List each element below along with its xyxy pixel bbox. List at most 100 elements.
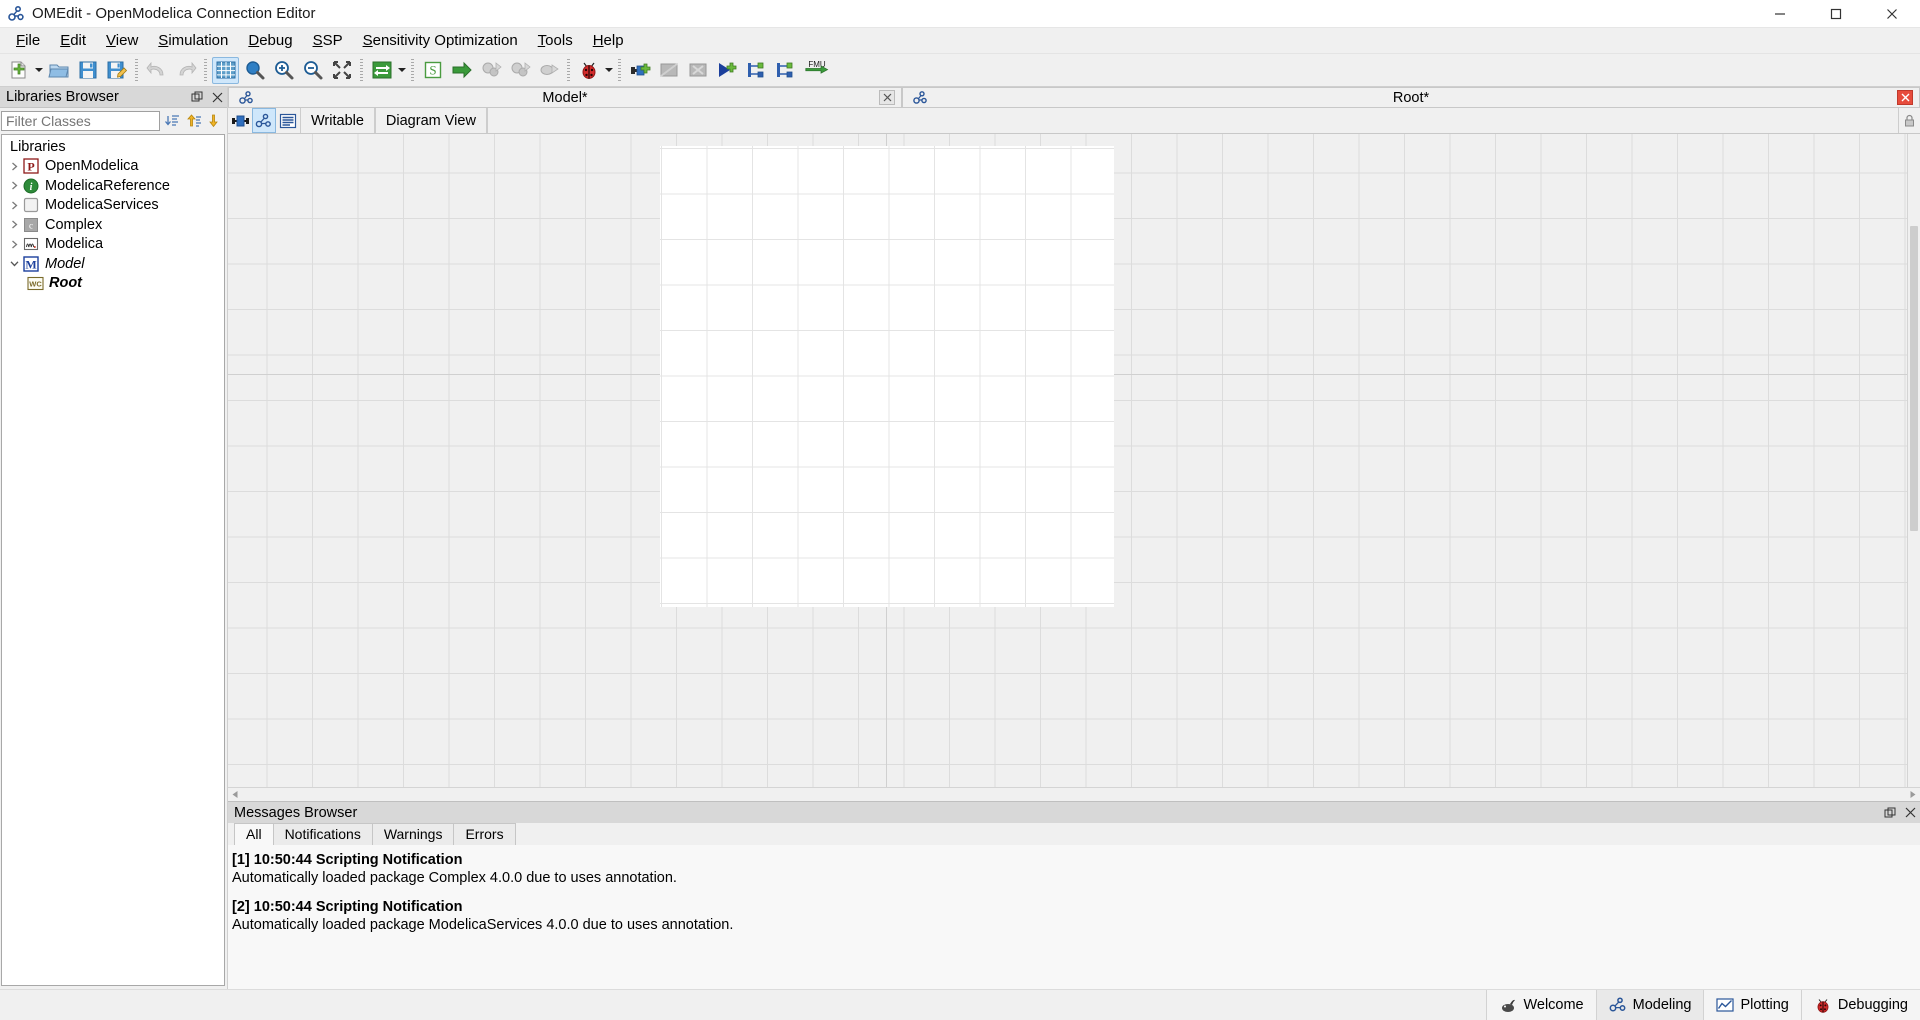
chevron-right-icon[interactable] — [6, 181, 22, 190]
tree-item-modelica[interactable]: Modelica — [2, 235, 224, 255]
view-toolbar-spacer — [487, 108, 1898, 133]
chevron-right-icon[interactable] — [6, 162, 22, 171]
menu-edit[interactable]: Edit — [50, 29, 96, 53]
close-icon[interactable] — [879, 90, 895, 105]
perspective-welcome[interactable]: Welcome — [1486, 990, 1595, 1020]
tree-item-label: Modelica — [45, 236, 103, 252]
new-modelica-class-button[interactable] — [5, 57, 32, 84]
tlm-co-simulation-button[interactable] — [713, 57, 740, 84]
menu-ssp[interactable]: SSP — [303, 29, 353, 53]
float-dock-icon[interactable] — [187, 87, 207, 107]
zoom-in-button[interactable] — [270, 57, 297, 84]
model-subwindow-titlebar[interactable]: Model* — [228, 87, 902, 108]
tree-item-label: Complex — [45, 217, 102, 233]
chevron-down-icon[interactable] — [396, 57, 407, 84]
tab-notifications[interactable]: Notifications — [273, 823, 373, 845]
check-model-button[interactable]: S — [419, 57, 446, 84]
message-header: [2] 10:50:44 Scripting Notification — [232, 898, 1920, 916]
chevron-right-icon[interactable] — [6, 201, 22, 210]
root-subwindow-titlebar[interactable]: Root* — [902, 87, 1920, 108]
messages-tab-bar: All Notifications Warnings Errors — [228, 823, 1920, 845]
simulate-with-transformational-debugger-button[interactable] — [477, 57, 504, 84]
text-view-button[interactable] — [276, 108, 300, 133]
tree-item-root[interactable]: WC Root — [2, 274, 224, 294]
maximize-icon[interactable] — [1808, 0, 1864, 28]
float-dock-icon[interactable] — [1880, 803, 1900, 823]
zoom-out-button[interactable] — [299, 57, 326, 84]
tree-item-complex[interactable]: c Complex — [2, 215, 224, 235]
ssp-new-button[interactable] — [742, 57, 769, 84]
chevron-right-icon[interactable] — [6, 220, 22, 229]
tab-all[interactable]: All — [234, 823, 274, 845]
message-item: [1] 10:50:44 Scripting Notification Auto… — [232, 851, 1920, 887]
close-icon[interactable] — [1900, 803, 1920, 823]
canvas-vertical-scrollbar[interactable] — [1907, 134, 1920, 787]
debug-configurations-button[interactable] — [575, 57, 602, 84]
perspective-debugging[interactable]: Debugging — [1801, 990, 1920, 1020]
svg-text:P: P — [27, 160, 34, 174]
close-icon[interactable] — [1864, 0, 1920, 28]
menu-debug[interactable]: Debug — [238, 29, 302, 53]
chevron-down-icon[interactable] — [33, 57, 44, 84]
tab-errors[interactable]: Errors — [453, 823, 515, 845]
message-body: Automatically loaded package Complex 4.0… — [232, 869, 1920, 887]
close-icon[interactable] — [207, 87, 227, 107]
menu-view[interactable]: View — [96, 29, 148, 53]
messages-list[interactable]: [1] 10:50:44 Scripting Notification Auto… — [228, 845, 1920, 989]
undo-button[interactable] — [143, 57, 170, 84]
lock-icon[interactable] — [1898, 108, 1920, 133]
tree-item-model[interactable]: M Model — [2, 254, 224, 274]
perspective-label: Welcome — [1523, 997, 1583, 1013]
redo-button[interactable] — [172, 57, 199, 84]
chevron-down-icon[interactable] — [603, 57, 614, 84]
minimize-icon[interactable] — [1752, 0, 1808, 28]
ssp-add-button[interactable] — [771, 57, 798, 84]
close-icon[interactable] — [1897, 90, 1913, 105]
diagram-view-button[interactable] — [252, 108, 276, 133]
menu-file[interactable]: File — [6, 29, 50, 53]
message-header: [1] 10:50:44 Scripting Notification — [232, 851, 1920, 869]
chevron-down-icon[interactable] — [6, 259, 22, 268]
save-as-button[interactable] — [103, 57, 130, 84]
tree-item-label: OpenModelica — [45, 158, 139, 174]
perspective-plotting[interactable]: Plotting — [1703, 990, 1800, 1020]
open-model-button[interactable] — [45, 57, 72, 84]
fit-to-diagram-button[interactable] — [328, 57, 355, 84]
tree-item-modelicareference[interactable]: i ModelicaReference — [2, 176, 224, 196]
tree-item-openmodelica[interactable]: P OpenModelica — [2, 157, 224, 177]
arrow-up-icon[interactable] — [184, 111, 204, 131]
fetch-interface-data-button[interactable] — [655, 57, 682, 84]
align-interfaces-button[interactable] — [684, 57, 711, 84]
re-simulate-button[interactable] — [368, 57, 395, 84]
grid-lines-button[interactable] — [212, 57, 239, 84]
menu-help[interactable]: Help — [583, 29, 634, 53]
menu-tools[interactable]: Tools — [528, 29, 583, 53]
export-fmu-button[interactable]: FMU — [800, 57, 834, 84]
arrow-down-icon[interactable] — [205, 111, 225, 131]
menu-sensitivity-optimization[interactable]: Sensitivity Optimization — [353, 29, 528, 53]
tab-warnings[interactable]: Warnings — [372, 823, 455, 845]
scrollbar-thumb[interactable] — [1910, 226, 1918, 531]
root-subwindow-title: Root* — [903, 90, 1919, 106]
messages-browser-panel: Messages Browser A — [228, 801, 1920, 989]
libraries-tree[interactable]: Libraries P OpenModelica — [1, 134, 225, 986]
welcome-icon — [1499, 997, 1517, 1013]
simulate-with-algorithmic-debugger-button[interactable] — [506, 57, 533, 84]
diagram-canvas[interactable] — [228, 134, 1907, 787]
simulate-button[interactable] — [448, 57, 475, 84]
tree-item-modelicaservices[interactable]: ModelicaServices — [2, 196, 224, 216]
message-item: [2] 10:50:44 Scripting Notification Auto… — [232, 898, 1920, 934]
collapse-all-icon[interactable] — [162, 111, 182, 131]
canvas-horizontal-scrollbar[interactable] — [228, 787, 1920, 801]
save-button[interactable] — [74, 57, 101, 84]
simulate-with-animation-button[interactable] — [535, 57, 562, 84]
omedit-window: OMEdit - OpenModelica Connection Editor … — [0, 0, 1920, 1020]
zoom-reset-button[interactable] — [241, 57, 268, 84]
menu-simulation[interactable]: Simulation — [148, 29, 238, 53]
icon-view-button[interactable] — [228, 108, 252, 133]
view-toolbar: Writable Diagram View — [228, 108, 1920, 134]
chevron-right-icon[interactable] — [6, 240, 22, 249]
perspective-modeling[interactable]: Modeling — [1596, 990, 1704, 1020]
new-composite-model-button[interactable] — [626, 57, 653, 84]
search-input[interactable] — [1, 111, 160, 131]
